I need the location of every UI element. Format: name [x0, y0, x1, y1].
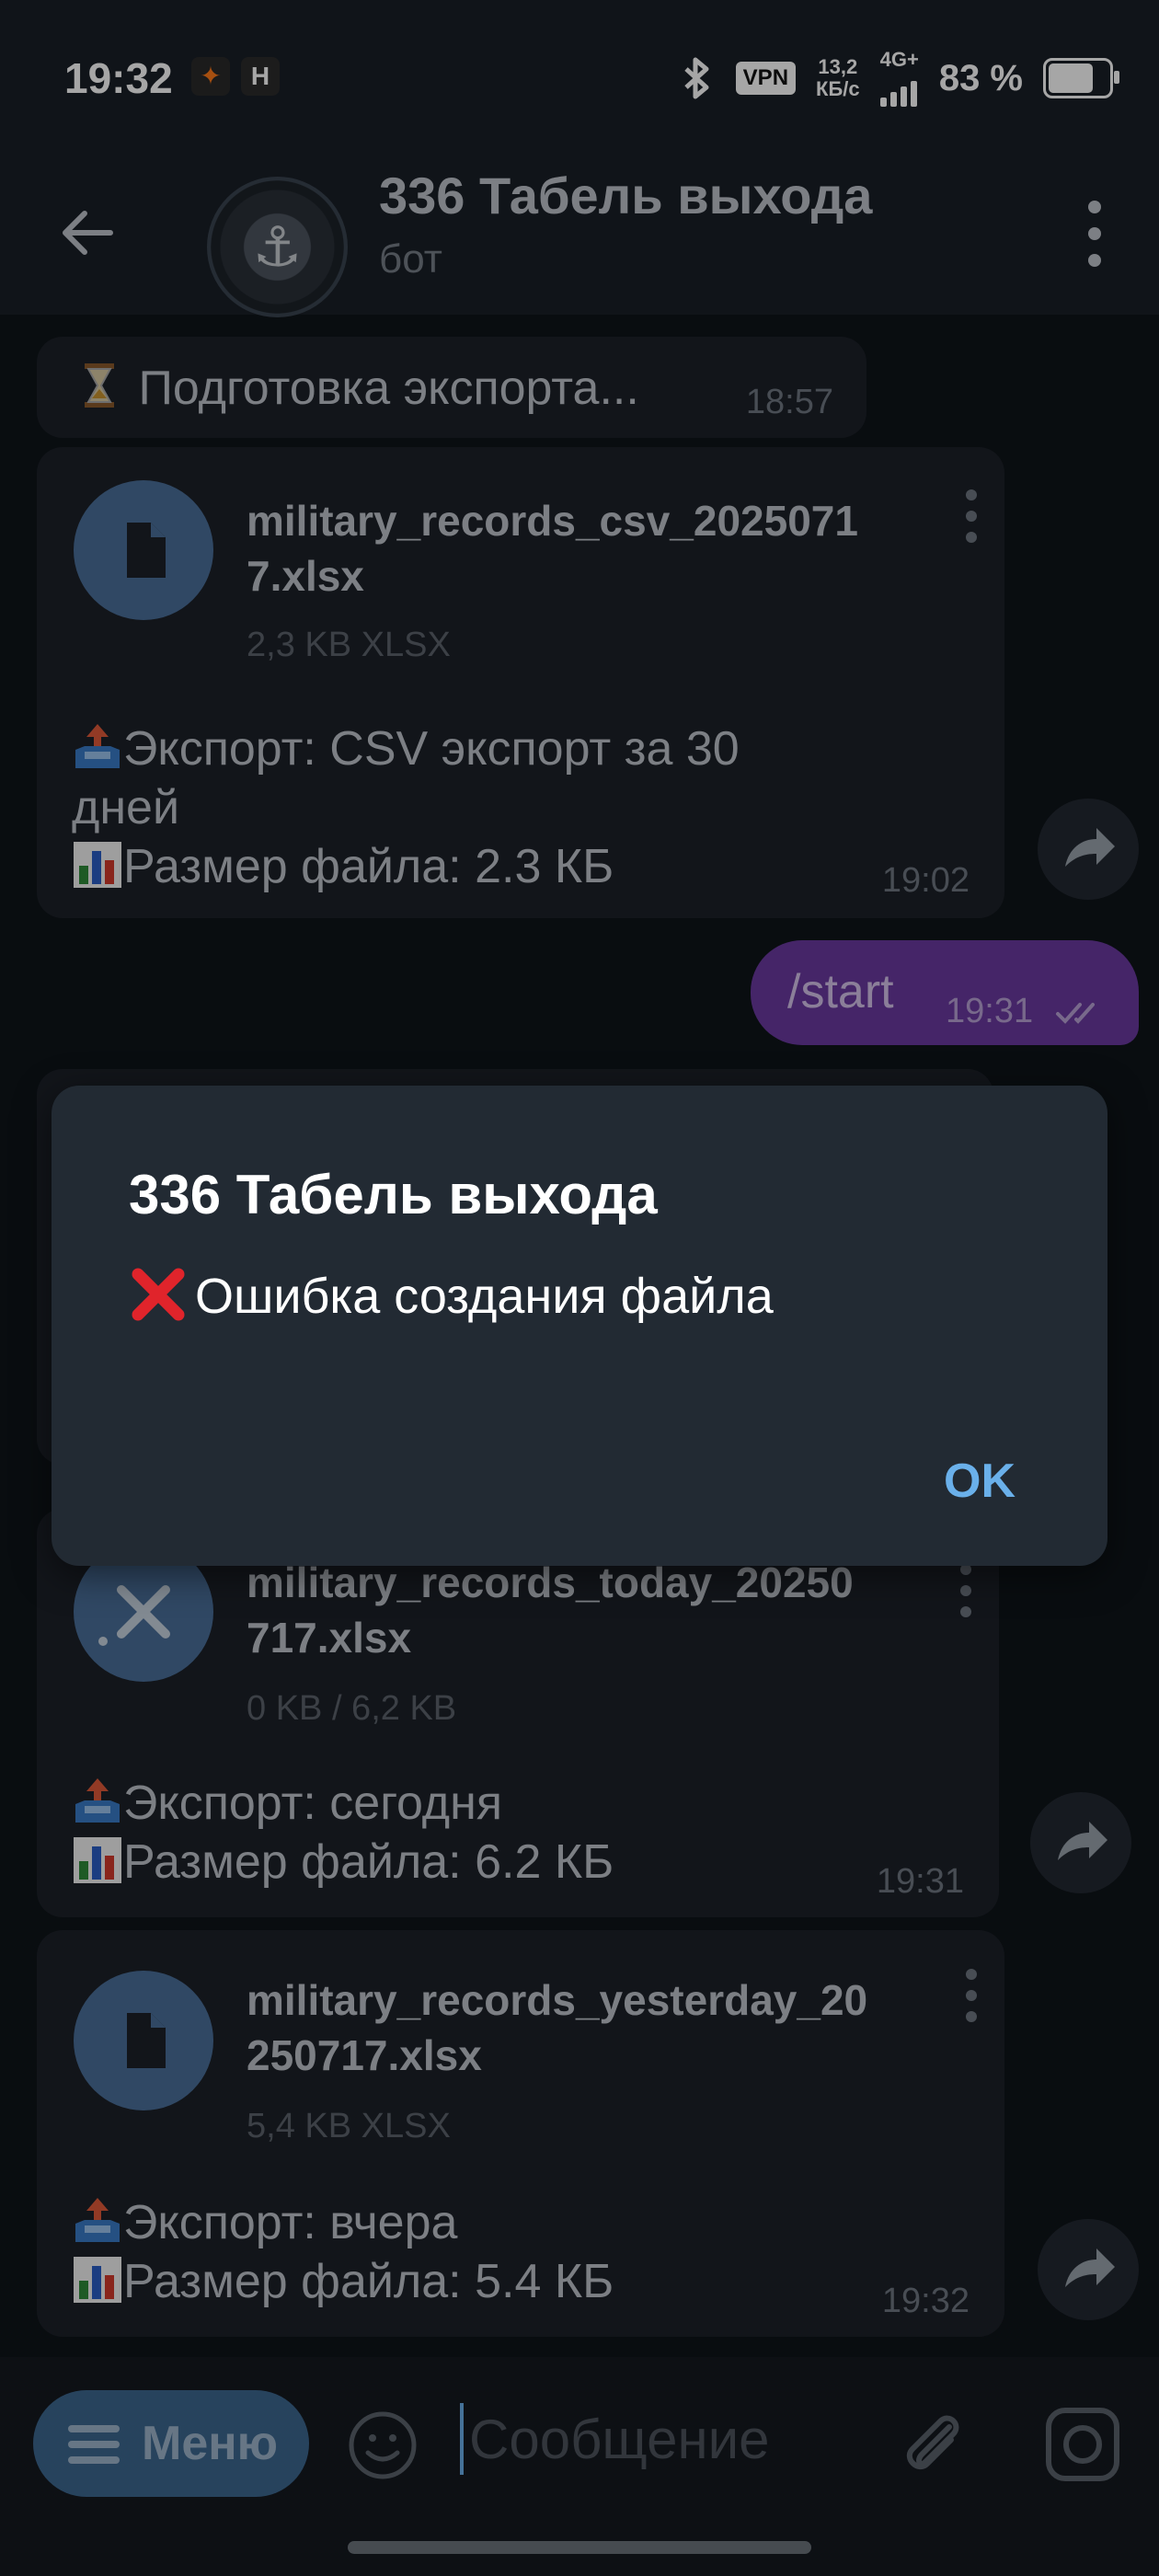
error-dialog: 336 Табель выхода Ошибка создания файла …	[52, 1086, 1107, 1566]
dialog-message: Ошибка создания файла	[129, 1265, 774, 1325]
dialog-title: 336 Табель выхода	[129, 1164, 658, 1225]
dialog-message-text: Ошибка создания файла	[195, 1269, 774, 1324]
cross-mark-icon	[132, 1268, 185, 1321]
ok-button[interactable]: OK	[944, 1454, 1016, 1509]
